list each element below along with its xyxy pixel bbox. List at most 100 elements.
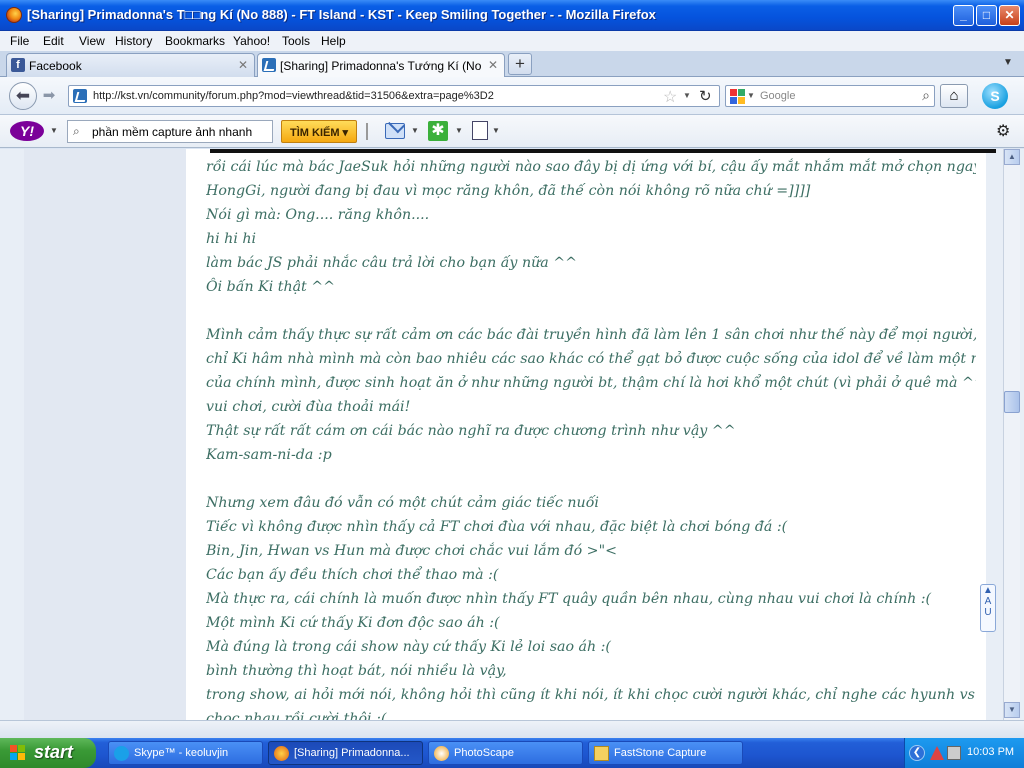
folder-icon bbox=[594, 746, 609, 761]
minimize-button[interactable]: _ bbox=[953, 5, 974, 26]
post-line: Các bạn ấy đều thích chơi thể thao mà :( bbox=[206, 567, 499, 583]
menu-bar: File Edit View History Bookmarks Yahoo! … bbox=[0, 31, 1024, 51]
toolbar-divider bbox=[366, 123, 368, 140]
search-icon[interactable]: ⌕ bbox=[922, 87, 930, 104]
tray-expand-chevron-icon[interactable]: ❮ bbox=[909, 745, 925, 761]
post-line bbox=[206, 467, 976, 491]
scroll-thumb[interactable] bbox=[1004, 391, 1020, 413]
firefox-icon[interactable] bbox=[6, 7, 22, 23]
flower-dropdown-icon[interactable]: ▼ bbox=[455, 126, 463, 135]
menu-tools[interactable]: Tools bbox=[282, 34, 310, 48]
document-icon[interactable] bbox=[472, 121, 488, 140]
post-line: hi hi hi bbox=[206, 231, 257, 247]
mail-dropdown-icon[interactable]: ▼ bbox=[411, 126, 419, 135]
document-dropdown-icon[interactable]: ▼ bbox=[492, 126, 500, 135]
menu-bookmarks[interactable]: Bookmarks bbox=[165, 34, 225, 48]
post-line: Mà thực ra, cái chính là muốn được nhìn … bbox=[206, 591, 932, 607]
tab-kst-thread[interactable]: [Sharing] Primadonna's Tướng Kí (No 888.… bbox=[257, 53, 505, 78]
taskbar-item-label: FastStone Capture bbox=[614, 747, 707, 759]
search-icon: ⌕ bbox=[73, 124, 80, 138]
yahoo-logo[interactable]: Y! bbox=[10, 121, 44, 141]
windows-taskbar: start Skype™ - keoluvjin [Sharing] Prima… bbox=[0, 738, 1024, 768]
post-line: chỉ Ki hâm nhà mình mà còn bao nhiêu các… bbox=[206, 351, 976, 367]
skype-icon bbox=[114, 746, 129, 761]
taskbar-item-label: Skype™ - keoluvjin bbox=[134, 747, 229, 759]
post-text: rồi cái lúc mà bác JaeSuk hỏi những ngườ… bbox=[206, 155, 976, 720]
close-button[interactable]: ✕ bbox=[999, 5, 1020, 26]
yahoo-menu-dropdown-icon[interactable]: ▼ bbox=[50, 126, 58, 135]
post-line: Nhưng xem đâu đó vẫn có một chút cảm giá… bbox=[206, 495, 599, 511]
post-line: của chính mình, được sinh hoạt ăn ở như … bbox=[206, 375, 976, 391]
tab-close-icon[interactable]: ✕ bbox=[488, 58, 498, 72]
search-placeholder: Google bbox=[760, 90, 796, 102]
page-content: rồi cái lúc mà bác JaeSuk hỏi những ngườ… bbox=[0, 149, 1024, 720]
tab-label: [Sharing] Primadonna's Tướng Kí (No 888.… bbox=[280, 59, 485, 73]
post-line bbox=[206, 299, 976, 323]
url-bar[interactable]: http://kst.vn/community/forum.php?mod=vi… bbox=[68, 85, 720, 107]
firefox-icon bbox=[274, 746, 289, 761]
post-line: Kam-sam-ni-da :p bbox=[206, 447, 332, 463]
post-line: rồi cái lúc mà bác JaeSuk hỏi những ngườ… bbox=[206, 159, 976, 175]
yahoo-search-value[interactable]: phần mềm capture ảnh nhanh bbox=[92, 125, 252, 139]
status-bar bbox=[0, 720, 1024, 738]
yahoo-search-button[interactable]: TÌM KIẾM ▾ bbox=[281, 120, 357, 143]
title-bar[interactable]: [Sharing] Primadonna's T□□ng Kí (No 888)… bbox=[0, 0, 1024, 31]
side-float-widget[interactable]: ▲ A U bbox=[980, 584, 996, 632]
google-icon[interactable] bbox=[730, 89, 745, 104]
vertical-scrollbar[interactable]: ▲ ▼ bbox=[1003, 149, 1020, 720]
taskbar-item-firefox[interactable]: [Sharing] Primadonna... bbox=[268, 741, 423, 765]
post-line: Mình cảm thấy thực sự rất cảm ơn các bác… bbox=[206, 327, 976, 343]
post-line: Một mình Ki cứ thấy Ki đơn độc sao áh :( bbox=[206, 615, 500, 631]
menu-view[interactable]: View bbox=[79, 34, 105, 48]
skype-addon-icon[interactable]: S bbox=[982, 83, 1008, 109]
tray-network-icon[interactable] bbox=[947, 746, 961, 760]
tab-facebook[interactable]: f Facebook ✕ bbox=[6, 53, 255, 77]
taskbar-item-photoscape[interactable]: PhotoScape bbox=[428, 741, 583, 765]
windows-logo-icon bbox=[10, 745, 27, 761]
tab-close-icon[interactable]: ✕ bbox=[238, 58, 248, 72]
post-line: làm bác JS phải nhắc câu trả lời cho bạn… bbox=[206, 255, 577, 271]
kst-icon bbox=[262, 58, 276, 72]
forward-button[interactable]: ➡ bbox=[38, 86, 60, 106]
facebook-icon: f bbox=[11, 58, 25, 72]
tray-app-icon[interactable] bbox=[930, 746, 944, 760]
post-line: Tiếc vì không được nhìn thấy cả FT chơi … bbox=[206, 519, 788, 535]
taskbar-item-faststone[interactable]: FastStone Capture bbox=[588, 741, 743, 765]
bookmark-star-icon[interactable]: ☆ bbox=[663, 87, 677, 107]
menu-history[interactable]: History bbox=[115, 34, 152, 48]
answers-flower-icon[interactable]: ✱ bbox=[428, 121, 448, 141]
post-line: Nói gì mà: Ong.... răng khôn.... bbox=[206, 207, 430, 223]
search-engine-dropdown-icon[interactable]: ▼ bbox=[747, 91, 755, 100]
settings-gear-icon[interactable]: ⚙ bbox=[996, 121, 1010, 141]
mail-icon[interactable] bbox=[385, 123, 405, 139]
navigation-bar: ⬅ ➡ http://kst.vn/community/forum.php?mo… bbox=[0, 77, 1024, 115]
site-favicon-icon bbox=[73, 89, 87, 103]
back-button[interactable]: ⬅ bbox=[9, 82, 37, 110]
tab-label: Facebook bbox=[29, 59, 82, 73]
url-text[interactable]: http://kst.vn/community/forum.php?mod=vi… bbox=[93, 90, 494, 102]
menu-edit[interactable]: Edit bbox=[43, 34, 64, 48]
post-line: Mà đúng là trong cái show này cứ thấy Ki… bbox=[206, 639, 611, 655]
post-line: Ôi bấn Ki thật ^^ bbox=[206, 279, 336, 295]
taskbar-clock[interactable]: 10:03 PM bbox=[967, 746, 1014, 758]
menu-help[interactable]: Help bbox=[321, 34, 346, 48]
start-label: start bbox=[34, 742, 74, 762]
taskbar-item-skype[interactable]: Skype™ - keoluvjin bbox=[108, 741, 263, 765]
embedded-media-bottom-edge bbox=[210, 149, 996, 153]
menu-file[interactable]: File bbox=[10, 34, 29, 48]
yahoo-search-input[interactable]: ⌕ phần mềm capture ảnh nhanh bbox=[67, 120, 273, 143]
maximize-button[interactable]: □ bbox=[976, 5, 997, 26]
new-tab-button[interactable]: + bbox=[508, 53, 532, 75]
yahoo-toolbar: Y! ▼ ⌕ phần mềm capture ảnh nhanh TÌM KI… bbox=[0, 115, 1024, 148]
scroll-up-icon[interactable]: ▲ bbox=[1004, 149, 1020, 165]
post-line: Bin, Jin, Hwan vs Hun mà được chơi chắc … bbox=[206, 543, 617, 559]
menu-yahoo[interactable]: Yahoo! bbox=[233, 34, 270, 48]
tab-list-chevron-icon[interactable]: ▼ bbox=[1003, 57, 1013, 68]
taskbar-item-label: PhotoScape bbox=[454, 747, 514, 759]
home-button[interactable]: ⌂ bbox=[940, 84, 968, 108]
url-dropdown-icon[interactable]: ▼ bbox=[683, 91, 691, 100]
reload-icon[interactable]: ↻ bbox=[699, 87, 712, 105]
start-button[interactable]: start bbox=[0, 738, 96, 768]
search-bar[interactable]: ▼ Google ⌕ bbox=[725, 85, 935, 107]
scroll-down-icon[interactable]: ▼ bbox=[1004, 702, 1020, 718]
